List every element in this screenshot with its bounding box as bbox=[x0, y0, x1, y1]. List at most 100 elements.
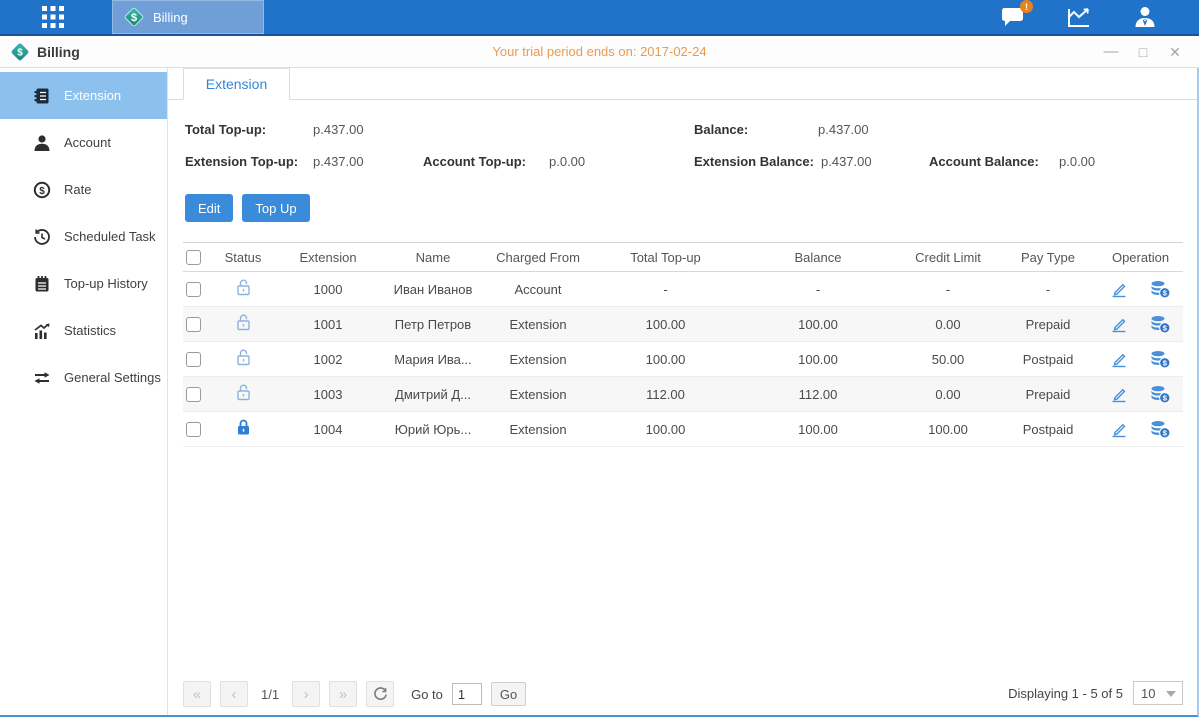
extension-cell: 1002 bbox=[273, 352, 383, 367]
sidebar-item-statistics[interactable]: Statistics bbox=[0, 307, 167, 354]
close-button[interactable]: ✕ bbox=[1167, 44, 1183, 60]
sidebar-item-extension[interactable]: Extension bbox=[0, 72, 167, 119]
tab-extension[interactable]: Extension bbox=[183, 68, 290, 100]
status-unlocked-icon bbox=[213, 348, 273, 370]
sidebar-item-scheduled-task[interactable]: Scheduled Task bbox=[0, 213, 167, 260]
extension-balance-label: Extension Balance: bbox=[694, 154, 814, 169]
chart-icon[interactable] bbox=[1065, 4, 1093, 30]
notifications-chat-icon[interactable]: ! bbox=[999, 4, 1027, 30]
balance-value: p.437.00 bbox=[818, 122, 869, 137]
minimize-button[interactable]: — bbox=[1103, 44, 1119, 60]
maximize-button[interactable]: □ bbox=[1135, 44, 1151, 60]
col-pay-type: Pay Type bbox=[998, 250, 1098, 265]
edit-icon[interactable] bbox=[1110, 385, 1128, 403]
sidebar-item-topup-history[interactable]: Top-up History bbox=[0, 260, 167, 307]
sidebar-item-general-settings[interactable]: General Settings bbox=[0, 354, 167, 401]
total-topup-label: Total Top-up: bbox=[185, 122, 266, 137]
pay-type-cell: Postpaid bbox=[998, 422, 1098, 437]
credit-limit-cell: - bbox=[898, 282, 998, 297]
credit-limit-cell: 100.00 bbox=[898, 422, 998, 437]
select-all-checkbox[interactable] bbox=[186, 250, 201, 265]
status-unlocked-icon bbox=[213, 313, 273, 335]
name-cell: Петр Петров bbox=[383, 317, 483, 332]
billing-summary: Total Top-up: p.437.00 Balance: p.437.00… bbox=[168, 100, 1197, 192]
next-page-button[interactable]: › bbox=[292, 681, 320, 707]
charged-from-cell: Extension bbox=[483, 317, 593, 332]
extension-balance-value: p.437.00 bbox=[821, 154, 872, 169]
edit-icon[interactable] bbox=[1110, 280, 1128, 298]
col-charged-from: Charged From bbox=[483, 250, 593, 265]
trial-notice: Your trial period ends on: 2017-02-24 bbox=[0, 44, 1199, 59]
col-operation: Operation bbox=[1098, 250, 1183, 265]
billing-app-tab-label: Billing bbox=[153, 10, 188, 25]
sliders-icon bbox=[32, 368, 52, 388]
table-row: 1002Мария Ива...Extension100.00100.0050.… bbox=[183, 342, 1183, 377]
notepad-icon bbox=[32, 274, 52, 294]
status-locked-icon bbox=[213, 418, 273, 440]
col-extension: Extension bbox=[273, 250, 383, 265]
extension-cell: 1003 bbox=[273, 387, 383, 402]
credit-limit-cell: 0.00 bbox=[898, 317, 998, 332]
billing-app-tab[interactable]: $ Billing bbox=[112, 0, 264, 34]
row-checkbox[interactable] bbox=[186, 282, 201, 297]
edit-button[interactable]: Edit bbox=[185, 194, 233, 222]
edit-icon[interactable] bbox=[1110, 315, 1128, 333]
page-indicator: 1/1 bbox=[261, 687, 279, 702]
notification-badge: ! bbox=[1020, 0, 1033, 13]
edit-icon[interactable] bbox=[1110, 350, 1128, 368]
user-icon[interactable] bbox=[1131, 4, 1159, 30]
sidebar-item-label: General Settings bbox=[64, 370, 161, 385]
sidebar-item-account[interactable]: Account bbox=[0, 119, 167, 166]
person-icon bbox=[32, 133, 52, 153]
page-size-value: 10 bbox=[1141, 686, 1155, 701]
table-row: 1004Юрий Юрь...Extension100.00100.00100.… bbox=[183, 412, 1183, 447]
pagination: « ‹ 1/1 › » Go to Go bbox=[183, 681, 526, 707]
status-unlocked-icon bbox=[213, 383, 273, 405]
topup-icon[interactable]: $ bbox=[1150, 315, 1171, 334]
charged-from-cell: Extension bbox=[483, 422, 593, 437]
topup-icon[interactable]: $ bbox=[1150, 420, 1171, 439]
sidebar-item-rate[interactable]: $ Rate bbox=[0, 166, 167, 213]
account-topup-value: p.0.00 bbox=[549, 154, 585, 169]
total-topup-cell: - bbox=[593, 282, 738, 297]
status-unlocked-icon bbox=[213, 278, 273, 300]
row-checkbox[interactable] bbox=[186, 387, 201, 402]
total-topup-cell: 100.00 bbox=[593, 422, 738, 437]
window-title: Billing bbox=[37, 44, 80, 60]
table-row: 1001Петр ПетровExtension100.00100.000.00… bbox=[183, 307, 1183, 342]
edit-icon[interactable] bbox=[1110, 420, 1128, 438]
tab-row: Extension bbox=[168, 68, 1197, 100]
row-checkbox[interactable] bbox=[186, 352, 201, 367]
extension-table: Status Extension Name Charged From Total… bbox=[183, 242, 1183, 447]
svg-text:$: $ bbox=[17, 47, 23, 58]
prev-page-button[interactable]: ‹ bbox=[220, 681, 248, 707]
apps-grid-icon[interactable] bbox=[36, 2, 70, 32]
row-checkbox[interactable] bbox=[186, 422, 201, 437]
top-up-button[interactable]: Top Up bbox=[242, 194, 309, 222]
go-button[interactable]: Go bbox=[491, 682, 526, 706]
topup-icon[interactable]: $ bbox=[1150, 350, 1171, 369]
total-topup-value: p.437.00 bbox=[313, 122, 364, 137]
first-page-button[interactable]: « bbox=[183, 681, 211, 707]
topup-icon[interactable]: $ bbox=[1150, 385, 1171, 404]
billing-diamond-icon: $ bbox=[10, 42, 30, 62]
page-size-select[interactable]: 10 bbox=[1133, 681, 1183, 705]
chevron-down-icon bbox=[1166, 691, 1176, 697]
row-checkbox[interactable] bbox=[186, 317, 201, 332]
topup-icon[interactable]: $ bbox=[1150, 280, 1171, 299]
balance-cell: - bbox=[738, 282, 898, 297]
goto-label: Go to bbox=[411, 687, 443, 702]
goto-page-input[interactable] bbox=[452, 683, 482, 705]
col-name: Name bbox=[383, 250, 483, 265]
displaying-text: Displaying 1 - 5 of 5 bbox=[1008, 686, 1123, 701]
refresh-button[interactable] bbox=[366, 681, 394, 707]
total-topup-cell: 100.00 bbox=[593, 352, 738, 367]
pay-type-cell: Prepaid bbox=[998, 387, 1098, 402]
sidebar-item-label: Extension bbox=[64, 88, 121, 103]
main-content: Extension Total Top-up: p.437.00 Balance… bbox=[168, 68, 1197, 715]
total-topup-cell: 100.00 bbox=[593, 317, 738, 332]
credit-limit-cell: 0.00 bbox=[898, 387, 998, 402]
last-page-button[interactable]: » bbox=[329, 681, 357, 707]
dollar-circle-icon: $ bbox=[32, 180, 52, 200]
charged-from-cell: Extension bbox=[483, 387, 593, 402]
